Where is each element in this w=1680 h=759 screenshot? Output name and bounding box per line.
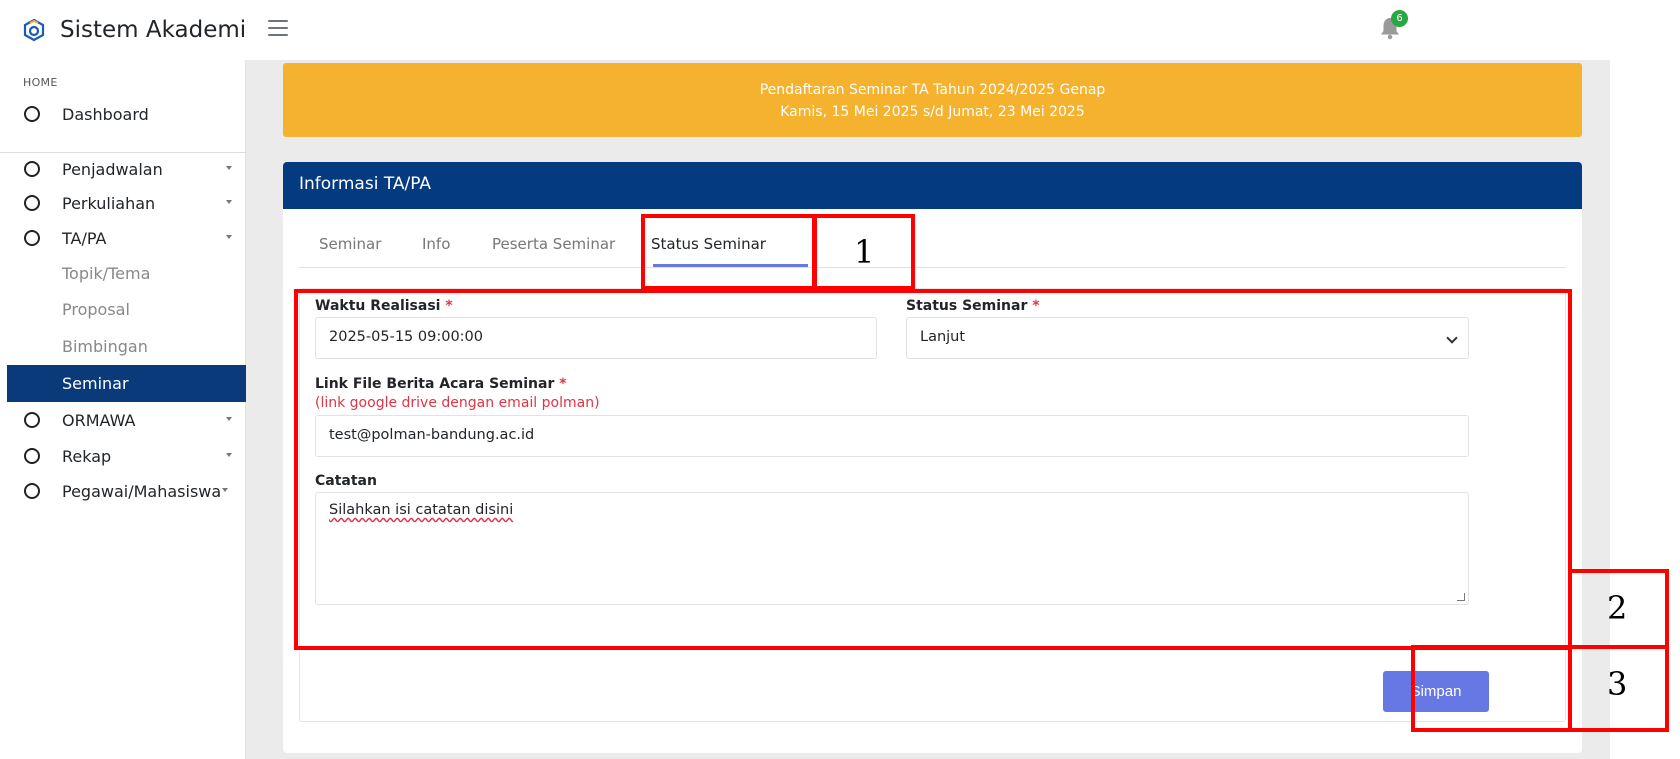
sidebar-item-dashboard[interactable]: Dashboard	[0, 96, 246, 132]
tab-bar: Seminar Info Peserta Seminar Status Semi…	[299, 228, 1566, 268]
tab-peserta-seminar[interactable]: Peserta Seminar	[492, 228, 615, 268]
top-navbar: Sistem Akademik 6	[0, 0, 1680, 60]
circle-icon	[24, 483, 40, 499]
annotation-box-tab	[641, 214, 816, 290]
sidebar-item-label: Penjadwalan	[62, 159, 163, 179]
annotation-number-2: 2	[1607, 589, 1628, 627]
tab-seminar[interactable]: Seminar	[319, 228, 381, 268]
notification-badge: 6	[1391, 10, 1408, 27]
brand[interactable]: Sistem Akademik	[22, 15, 248, 45]
annotation-number-3: 3	[1607, 665, 1628, 703]
caret-down-icon	[226, 453, 232, 457]
card-title: Informasi TA/PA	[283, 162, 1582, 209]
annotation-number-1: 1	[854, 233, 875, 271]
annotation-box-save	[1411, 645, 1572, 732]
sidebar: HOME Dashboard Penjadwalan Perkuliahan T…	[0, 60, 246, 759]
sidebar-subitem-proposal[interactable]: Proposal	[0, 291, 246, 328]
banner-title: Pendaftaran Seminar TA Tahun 2024/2025 G…	[759, 82, 1106, 98]
sidebar-item-rekap[interactable]: Rekap	[0, 438, 246, 474]
annotation-box-form	[294, 289, 1572, 650]
sidebar-item-ormawa[interactable]: ORMAWA	[0, 402, 246, 438]
sidebar-subitem-seminar[interactable]: Seminar	[7, 365, 246, 402]
caret-down-icon	[226, 235, 232, 239]
sidebar-item-penjadwalan[interactable]: Penjadwalan	[0, 151, 246, 187]
caret-down-icon	[222, 488, 228, 492]
menu-icon[interactable]	[268, 20, 288, 38]
sidebar-item-label: Rekap	[62, 446, 112, 466]
sidebar-item-label: Pegawai/Mahasiswa	[62, 481, 222, 501]
banner-dates: Kamis, 15 Mei 2025 s/d Jumat, 23 Mei 202…	[780, 104, 1085, 120]
sidebar-item-label: TA/PA	[62, 228, 107, 248]
circle-icon	[24, 106, 40, 122]
sidebar-item-perkuliahan[interactable]: Perkuliahan	[0, 185, 246, 221]
sidebar-subitem-topik[interactable]: Topik/Tema	[0, 255, 246, 292]
sidebar-subitem-bimbingan[interactable]: Bimbingan	[0, 328, 246, 365]
circle-icon	[24, 412, 40, 428]
circle-icon	[24, 161, 40, 177]
app-logo-icon	[23, 18, 45, 42]
sidebar-item-label: ORMAWA	[62, 410, 136, 430]
sidebar-item-label: Perkuliahan	[62, 193, 156, 213]
circle-icon	[24, 230, 40, 246]
circle-icon	[24, 195, 40, 211]
registration-banner: Pendaftaran Seminar TA Tahun 2024/2025 G…	[283, 63, 1582, 137]
circle-icon	[24, 448, 40, 464]
tab-info[interactable]: Info	[422, 228, 450, 268]
caret-down-icon	[226, 417, 232, 421]
caret-down-icon	[226, 166, 232, 170]
sidebar-item-label: Dashboard	[62, 104, 149, 124]
sidebar-heading: HOME	[23, 76, 58, 89]
sidebar-item-tapa[interactable]: TA/PA	[0, 220, 246, 256]
caret-down-icon	[226, 200, 232, 204]
sidebar-item-pegawai-mahasiswa[interactable]: Pegawai/Mahasiswa	[0, 473, 246, 509]
app-title: Sistem Akademik	[60, 17, 248, 43]
